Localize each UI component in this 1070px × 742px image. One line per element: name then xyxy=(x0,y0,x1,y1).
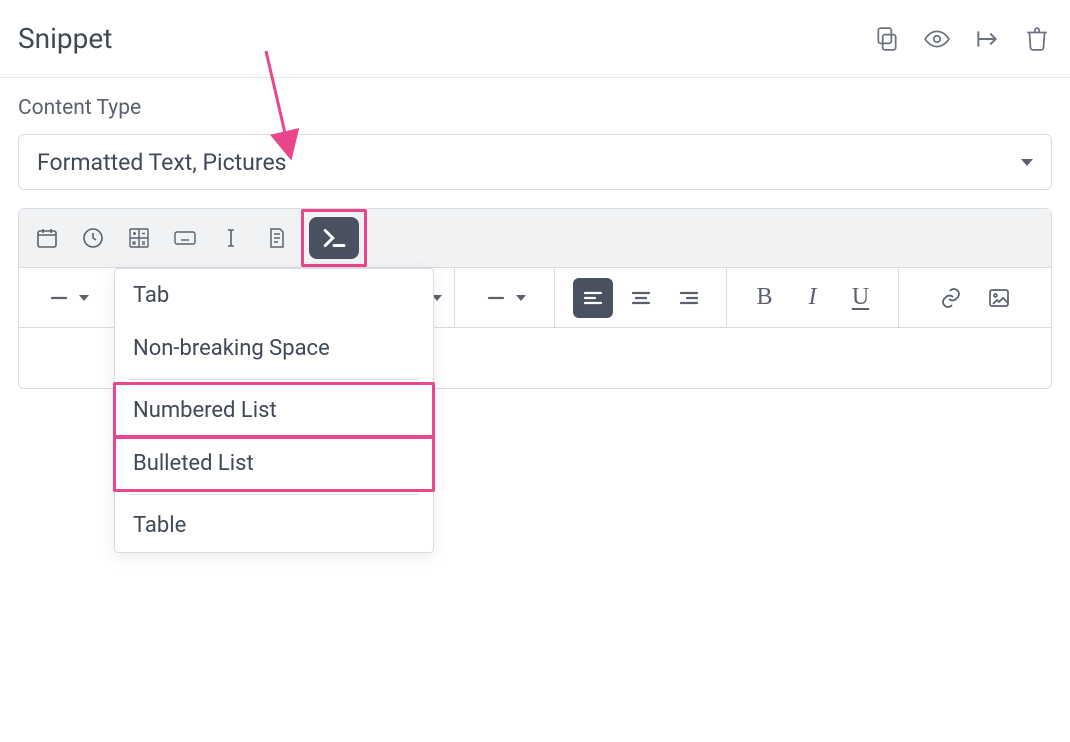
dropdown-item-bulleted-list[interactable]: Bulleted List xyxy=(115,437,433,490)
chevron-down-icon xyxy=(79,295,89,301)
keyboard-icon[interactable] xyxy=(169,222,201,254)
underline-button[interactable]: U xyxy=(841,278,881,318)
dropdown-item-numbered-list[interactable]: Numbered List xyxy=(115,384,433,437)
align-left-button[interactable] xyxy=(573,278,613,318)
dropdown-item-nbsp[interactable]: Non-breaking Space xyxy=(115,322,433,375)
page-title: Snippet xyxy=(18,22,112,55)
dropdown-item-table[interactable]: Table xyxy=(115,499,433,552)
dropdown-separator xyxy=(129,494,419,495)
editor-container: B I U Tab Non-breaking Space xyxy=(18,208,1052,389)
insert-special-button[interactable] xyxy=(309,217,359,259)
header-bar: Snippet xyxy=(0,0,1070,78)
header-actions xyxy=(874,26,1050,52)
trash-icon[interactable] xyxy=(1024,26,1050,52)
size-cell[interactable] xyxy=(455,268,555,327)
italic-button[interactable]: I xyxy=(793,278,833,318)
alignment-cell xyxy=(555,268,727,327)
image-button[interactable] xyxy=(979,278,1019,318)
chevron-down-icon xyxy=(516,295,526,301)
insert-toolbar xyxy=(19,209,1051,268)
chevron-down-icon xyxy=(1021,159,1033,166)
move-right-icon[interactable] xyxy=(974,26,1000,52)
dropdown-separator xyxy=(129,379,419,380)
insert-dropdown-menu: Tab Non-breaking Space Numbered List Bul… xyxy=(114,268,434,553)
format-toolbar: B I U Tab Non-breaking Space xyxy=(19,268,1051,328)
align-center-button[interactable] xyxy=(621,278,661,318)
math-icon[interactable] xyxy=(123,222,155,254)
link-button[interactable] xyxy=(931,278,971,318)
clipboard-page-icon[interactable] xyxy=(261,222,293,254)
content-type-label: Content Type xyxy=(18,96,1052,120)
content-type-select[interactable]: Formatted Text, Pictures xyxy=(18,134,1052,190)
preview-icon[interactable] xyxy=(924,26,950,52)
time-icon[interactable] xyxy=(77,222,109,254)
bold-button[interactable]: B xyxy=(745,278,785,318)
media-cell xyxy=(899,268,1051,327)
indent-cell[interactable] xyxy=(19,268,117,327)
date-icon[interactable] xyxy=(31,222,63,254)
content-type-label-row: Content Type xyxy=(0,78,1070,134)
content-type-select-row: Formatted Text, Pictures xyxy=(0,134,1070,190)
content-type-value: Formatted Text, Pictures xyxy=(37,149,287,176)
dropdown-item-tab[interactable]: Tab xyxy=(115,269,433,322)
cursor-icon[interactable] xyxy=(215,222,247,254)
text-style-cell: B I U xyxy=(727,268,899,327)
align-right-button[interactable] xyxy=(669,278,709,318)
copy-icon[interactable] xyxy=(874,26,900,52)
